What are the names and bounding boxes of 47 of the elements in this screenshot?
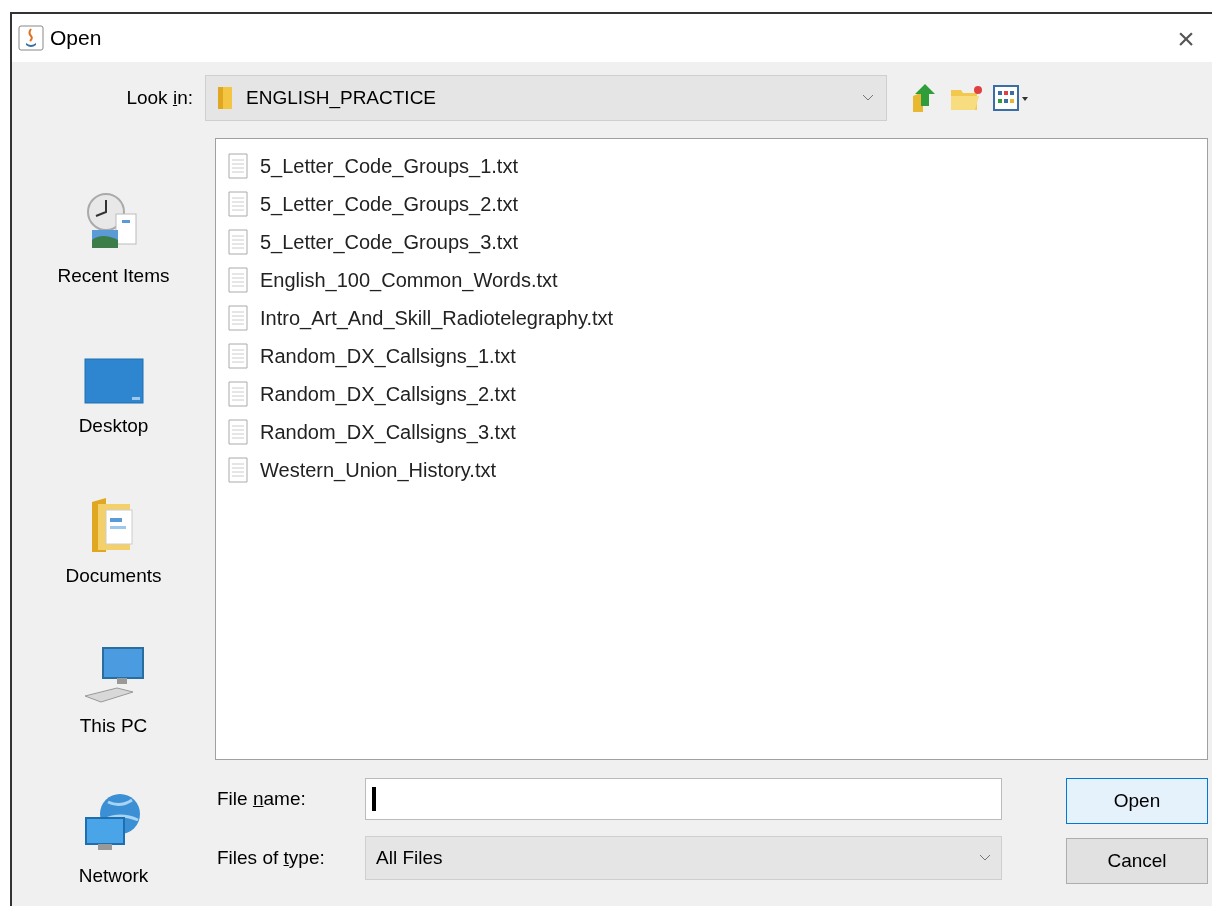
file-name[interactable]: Intro_Art_And_Skill_Radiotelegraphy.txt — [260, 303, 614, 333]
places-label: Desktop — [78, 413, 149, 438]
places-label: Network — [78, 863, 149, 888]
places-item[interactable]: This PC — [23, 604, 204, 754]
file-name[interactable]: Random_DX_Callsigns_1.txt — [260, 341, 516, 371]
text-file-icon — [228, 305, 248, 331]
file-type-dropdown[interactable]: All Files — [365, 836, 1002, 880]
view-menu-icon[interactable] — [993, 85, 1029, 111]
file-name[interactable]: English_100_Common_Words.txt — [260, 265, 558, 295]
text-file-icon — [228, 191, 248, 217]
cancel-button[interactable]: Cancel — [1066, 838, 1208, 884]
close-button[interactable]: × — [1166, 18, 1206, 58]
desktop-icon — [83, 357, 144, 404]
file-name-field[interactable] — [365, 778, 1002, 820]
computer-icon — [82, 645, 145, 704]
places-item[interactable]: Recent Items — [23, 154, 204, 304]
new-folder-icon[interactable] — [949, 84, 983, 112]
chevron-down-icon — [979, 854, 991, 862]
text-file-icon — [228, 457, 248, 483]
file-name[interactable]: Western_Union_History.txt — [260, 455, 496, 485]
look-in-label: Look in: — [125, 85, 194, 110]
text-file-icon — [228, 153, 248, 179]
text-file-icon — [228, 267, 248, 293]
file-name[interactable]: 5_Letter_Code_Groups_2.txt — [260, 189, 518, 219]
text-file-icon — [228, 381, 248, 407]
file-name[interactable]: 5_Letter_Code_Groups_1.txt — [260, 151, 518, 181]
places-item[interactable]: Desktop — [23, 304, 204, 454]
file-name-label: File name: — [216, 786, 307, 811]
window-title: Open — [50, 25, 102, 52]
text-file-icon — [228, 343, 248, 369]
file-type-label: Files of type: — [216, 845, 326, 870]
file-name[interactable]: Random_DX_Callsigns_2.txt — [260, 379, 516, 409]
file-name[interactable]: 5_Letter_Code_Groups_3.txt — [260, 227, 518, 257]
places-item[interactable]: Documents — [23, 454, 204, 604]
chevron-down-icon — [862, 94, 874, 102]
places-label: This PC — [79, 713, 148, 738]
text-file-icon — [228, 229, 248, 255]
folder-icon — [218, 87, 232, 109]
file-list[interactable] — [215, 138, 1208, 760]
text-file-icon — [228, 419, 248, 445]
places-label: Documents — [65, 563, 162, 588]
open-button[interactable]: Open — [1066, 778, 1208, 824]
app-icon — [18, 25, 44, 51]
places-item[interactable]: Network — [23, 754, 204, 904]
places-label: Recent Items — [57, 263, 170, 288]
file-name[interactable]: Random_DX_Callsigns_3.txt — [260, 417, 516, 447]
look-in-dropdown[interactable]: ENGLISH_PRACTICE — [205, 75, 887, 121]
